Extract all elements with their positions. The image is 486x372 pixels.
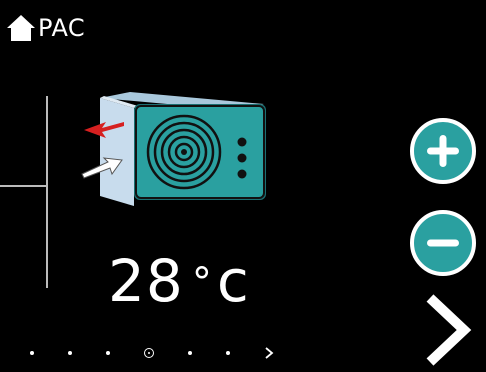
divider-vertical	[46, 96, 48, 288]
temperature-display: 28 °c	[108, 248, 250, 314]
page-title: PAC	[38, 14, 86, 42]
divider-horizontal	[0, 185, 46, 187]
page-dot[interactable]	[188, 351, 192, 355]
temperature-value: 28	[108, 247, 184, 315]
header: PAC	[6, 12, 85, 44]
plus-icon	[427, 135, 459, 167]
heat-pump-unit-icon	[81, 92, 266, 206]
home-icon[interactable]	[6, 14, 36, 42]
page-dot[interactable]	[106, 351, 110, 355]
temperature-unit: c	[216, 247, 250, 315]
minus-icon	[427, 239, 459, 247]
increase-temperature-button[interactable]	[410, 118, 476, 184]
page-dot-current[interactable]	[144, 348, 154, 358]
page-dot[interactable]	[226, 351, 230, 355]
chevron-right-icon[interactable]	[424, 292, 472, 368]
decrease-temperature-button[interactable]	[410, 210, 476, 276]
degree-symbol: °	[191, 260, 213, 306]
page-dot[interactable]	[30, 351, 34, 355]
page-indicator	[30, 338, 274, 368]
page-dot[interactable]	[68, 351, 72, 355]
page-next-chevron-icon[interactable]	[264, 346, 274, 360]
